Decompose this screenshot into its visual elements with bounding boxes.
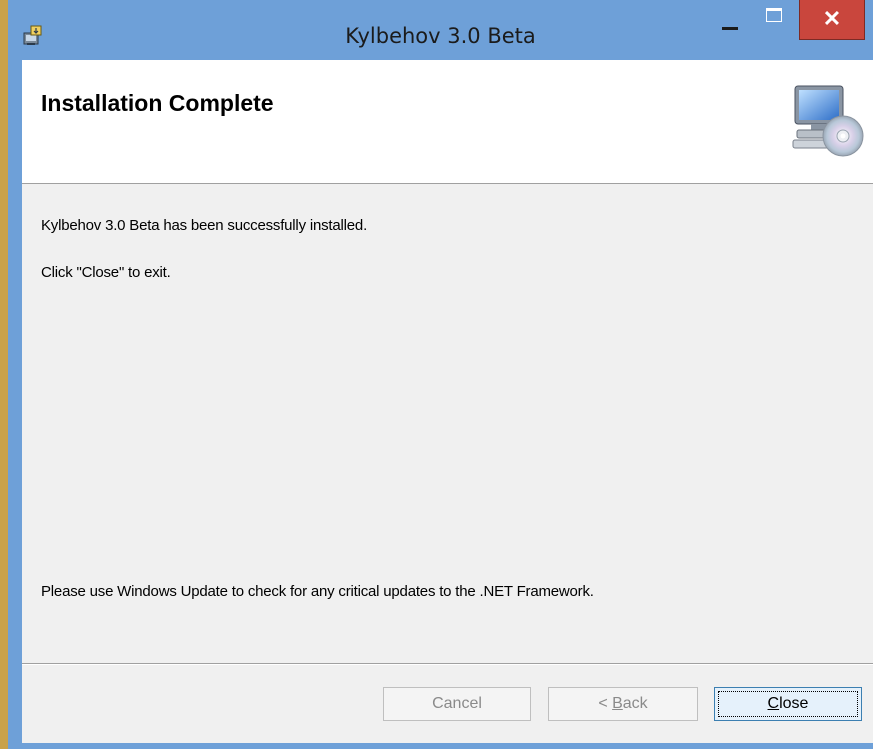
installer-window: Kylbehov 3.0 Beta ✕ Installation Complet… [8, 0, 873, 749]
close-label-rest: lose [779, 695, 809, 712]
cancel-label: Cancel [432, 695, 482, 712]
windows-update-notice: Please use Windows Update to check for a… [41, 583, 594, 600]
back-label-arrow: < [598, 695, 613, 712]
dialog-client: Installation Complete Kylbehov 3.0 Beta … [22, 60, 873, 743]
close-button[interactable]: Close [714, 687, 862, 721]
dialog-header: Installation Complete [22, 60, 873, 184]
button-divider [22, 663, 873, 665]
maximize-button[interactable] [757, 0, 795, 40]
back-button[interactable]: < Back [548, 687, 698, 721]
back-label-mnemonic: B [612, 695, 623, 712]
computer-cd-icon [791, 82, 865, 160]
window-close-button[interactable]: ✕ [799, 0, 865, 40]
success-message: Kylbehov 3.0 Beta has been successfully … [41, 217, 368, 234]
minimize-button[interactable] [709, 0, 749, 40]
close-label-mnemonic: C [767, 695, 780, 712]
cancel-button[interactable]: Cancel [383, 687, 531, 721]
minimize-icon [722, 27, 738, 30]
exit-instruction: Click "Close" to exit. [41, 264, 171, 281]
close-icon: ✕ [822, 6, 842, 31]
maximize-icon [766, 8, 782, 22]
close-focus-ring: Close [718, 691, 858, 717]
page-title: Installation Complete [41, 90, 274, 116]
back-label-rest: ack [622, 695, 648, 712]
title-bar[interactable]: Kylbehov 3.0 Beta ✕ [8, 0, 873, 60]
